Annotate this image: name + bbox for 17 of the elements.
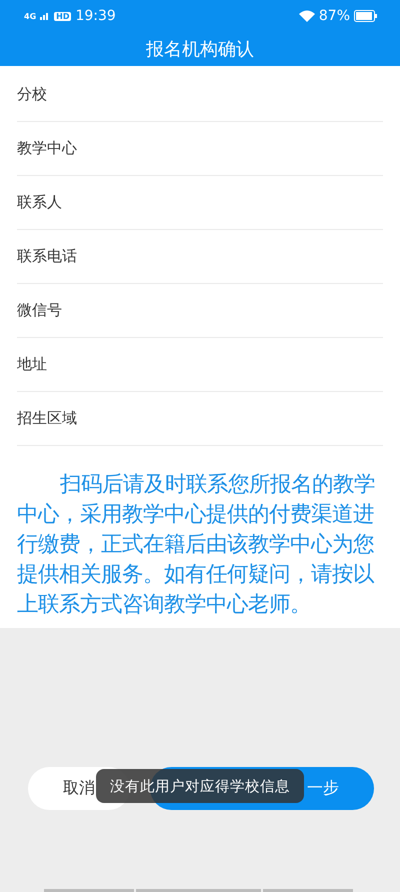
time-label: 19:39 <box>75 8 116 24</box>
error-toast: 没有此用户对应得学校信息 <box>96 769 304 803</box>
field-label: 微信号 <box>17 301 62 320</box>
wifi-icon <box>298 10 315 22</box>
field-label: 分校 <box>17 85 47 104</box>
notice-text: 扫码后请及时联系您所报名的教学中心，采用教学中心提供的付费渠道进行缴费，正式在籍后由该教学中心为您提供相关服务。如有任何疑问，请按以上联系方式咨询教学中心老师。 <box>16 471 376 619</box>
network-label: 4G <box>24 12 36 20</box>
hd-label: HD <box>54 12 72 20</box>
field-label: 地址 <box>17 355 47 374</box>
field-label: 联系电话 <box>17 247 77 266</box>
page-title: 报名机构确认 <box>145 38 255 62</box>
battery-icon <box>354 10 378 22</box>
battery-label: 87% <box>318 8 350 24</box>
field-label: 联系人 <box>17 193 62 212</box>
field-label: 教学中心 <box>17 139 77 158</box>
signal-icon <box>40 12 50 20</box>
field-label: 招生区域 <box>17 409 77 428</box>
